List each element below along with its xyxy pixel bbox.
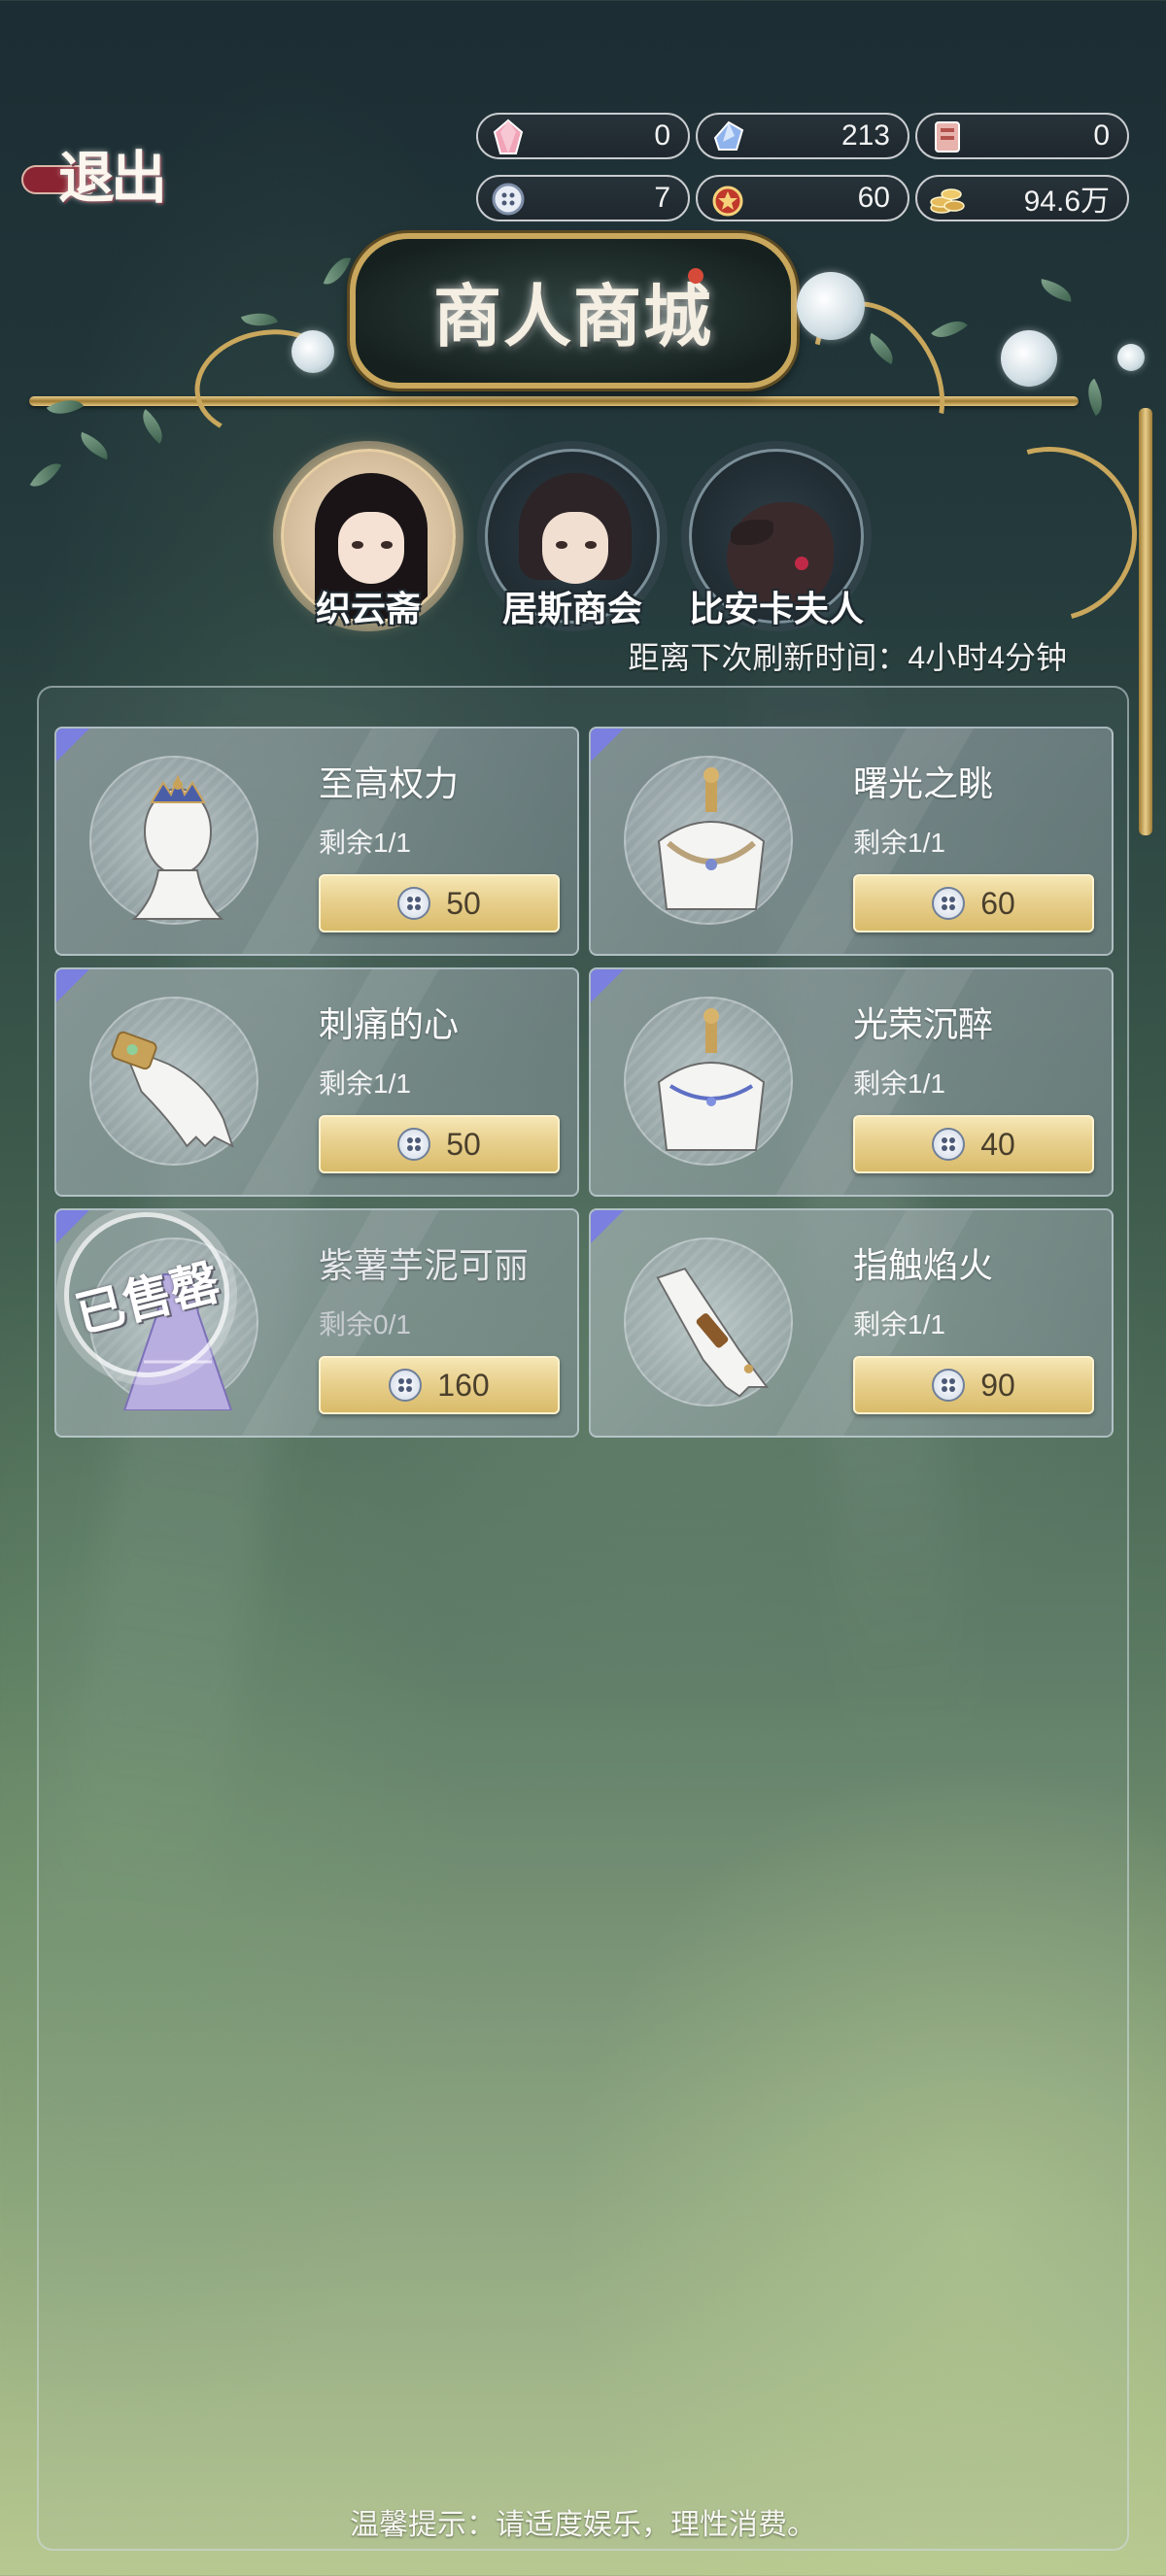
item-stock: 剩余1/1: [319, 828, 411, 858]
leaf-icon: [134, 409, 171, 444]
resource-star-badge[interactable]: 60: [696, 175, 909, 221]
sold-out-label: 已售罄: [69, 1252, 225, 1344]
leaf-icon: [931, 312, 968, 347]
shop-item-card[interactable]: 指触焰火 剩余1/1 90: [589, 1208, 1114, 1438]
item-stock: 剩余0/1: [319, 1309, 411, 1339]
item-price: 40: [980, 1126, 1015, 1162]
buy-button[interactable]: 50: [319, 1115, 560, 1173]
leaf-icon: [75, 431, 114, 460]
leaf-icon: [323, 252, 352, 290]
resource-button-token[interactable]: 7: [476, 175, 690, 221]
sign-dot: [688, 268, 703, 284]
buy-button[interactable]: 60: [853, 874, 1094, 932]
white-rose-icon: [292, 330, 334, 373]
buy-button[interactable]: 160: [319, 1356, 560, 1414]
merchant-name: 织云斋: [315, 589, 421, 629]
item-price: 50: [446, 885, 481, 921]
resource-red-ticket[interactable]: 0: [915, 113, 1129, 159]
tab-merchant-zhiyunzhai[interactable]: 织云斋: [276, 449, 461, 633]
resource-value: 60: [857, 182, 890, 214]
resource-gold-coins[interactable]: 94.6万: [915, 175, 1129, 221]
gold-coins-icon: [927, 179, 968, 220]
button-token-icon: [389, 1369, 423, 1402]
item-name: 指触焰火: [853, 1245, 994, 1285]
item-stock: 剩余1/1: [853, 828, 945, 858]
shop-item-card[interactable]: 已售罄 紫薯芋泥可丽 剩余0/1 160: [54, 1208, 579, 1438]
necklace-bust-icon: [639, 763, 785, 929]
item-price: 60: [980, 885, 1015, 921]
button-token-icon: [397, 887, 431, 920]
resource-value: 7: [654, 182, 670, 214]
shop-item-card[interactable]: 刺痛的心 剩余1/1 50: [54, 967, 579, 1197]
white-rose-icon: [797, 272, 865, 340]
buy-button[interactable]: 90: [853, 1356, 1094, 1414]
button-token-icon: [397, 1128, 431, 1161]
button-token-icon: [932, 1369, 966, 1402]
resource-value: 94.6万: [1023, 186, 1110, 218]
resource-value: 213: [840, 119, 890, 152]
resource-value: 0: [654, 119, 670, 152]
sign-post: [1139, 408, 1152, 835]
choker-bust-icon: [639, 1004, 785, 1169]
shop-panel: 至高权力 剩余1/1 50 曙光之眺 剩余1/1 60 刺痛的心 剩余1/1 5…: [37, 686, 1129, 2551]
item-stock: 剩余1/1: [853, 1068, 945, 1099]
leaf-icon: [1038, 279, 1075, 302]
item-price: 50: [446, 1126, 481, 1162]
merchant-name: 比安卡夫人: [688, 589, 864, 629]
exit-label: 退出: [57, 145, 167, 211]
shop-item-card[interactable]: 光荣沉醉 剩余1/1 40: [589, 967, 1114, 1197]
item-stock: 剩余1/1: [853, 1309, 945, 1339]
item-name: 曙光之眺: [853, 763, 994, 803]
merchant-name: 居斯商会: [501, 589, 642, 629]
crown-mannequin-icon: [105, 763, 251, 929]
blue-crystal-icon: [707, 117, 748, 157]
button-token-icon: [932, 887, 966, 920]
item-name: 紫薯芋泥可丽: [319, 1245, 530, 1285]
white-rose-icon: [1001, 330, 1057, 387]
item-name: 刺痛的心: [319, 1004, 460, 1044]
refresh-timer: 距离下次刷新时间：4小时4分钟: [628, 640, 1067, 675]
shop-item-card[interactable]: 至高权力 剩余1/1 50: [54, 727, 579, 956]
resource-value: 0: [1093, 119, 1110, 152]
sign-board: 商人商城: [350, 233, 797, 389]
tab-merchant-bianka[interactable]: 比安卡夫人: [684, 449, 869, 633]
glove-ring-icon: [639, 1245, 785, 1410]
glove-bracelet-icon: [105, 1004, 251, 1169]
red-ticket-icon: [927, 117, 968, 157]
item-name: 光荣沉醉: [853, 1004, 994, 1044]
exit-button[interactable]: 退出: [14, 126, 208, 220]
star-badge-icon: [707, 179, 748, 220]
tab-merchant-jusi[interactable]: 居斯商会: [480, 449, 665, 633]
pink-crystal-icon: [488, 117, 529, 157]
button-token-icon: [932, 1128, 966, 1161]
button-token-icon: [488, 179, 529, 220]
item-price: 90: [980, 1367, 1015, 1403]
consumption-tip: 温馨提示：请适度娱乐，理性消费。: [350, 2509, 816, 2541]
scroll-ornament-icon: [930, 415, 1166, 654]
shop-title: 商人商城: [433, 275, 713, 356]
item-price: 160: [437, 1367, 490, 1403]
resource-blue-crystal[interactable]: 213: [696, 113, 909, 159]
item-stock: 剩余1/1: [319, 1068, 411, 1099]
leaf-icon: [29, 456, 62, 494]
shop-item-card[interactable]: 曙光之眺 剩余1/1 60: [589, 727, 1114, 956]
white-rose-icon: [1117, 344, 1145, 371]
leaf-icon: [1079, 378, 1112, 417]
buy-button[interactable]: 50: [319, 874, 560, 932]
resource-pink-crystal[interactable]: 0: [476, 113, 690, 159]
buy-button[interactable]: 40: [853, 1115, 1094, 1173]
item-name: 至高权力: [319, 763, 460, 803]
